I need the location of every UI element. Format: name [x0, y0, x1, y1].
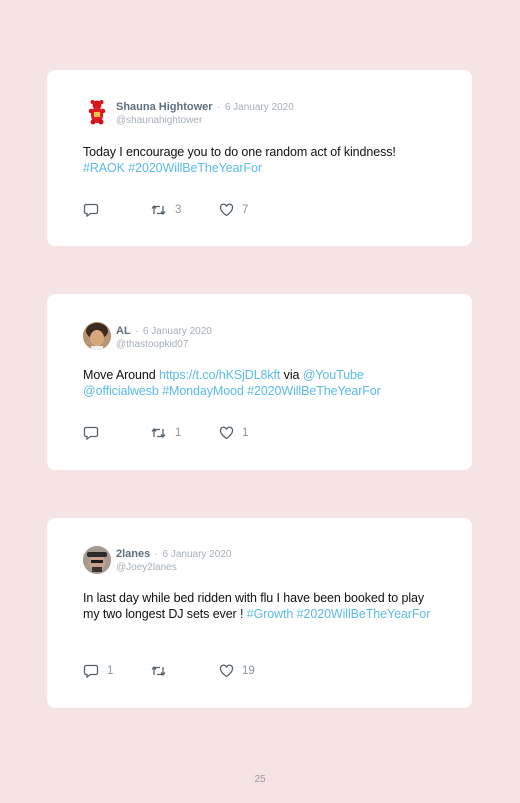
like-button[interactable]: 19 [219, 664, 255, 678]
separator: · [154, 549, 159, 560]
reply-button[interactable] [83, 203, 107, 217]
tweet-meta: Shauna Hightower · 6 January 2020 @shaun… [116, 99, 294, 127]
tweet-text: Today I encourage you to do one random a… [83, 145, 438, 176]
tweet-date[interactable]: 6 January 2020 [225, 102, 294, 113]
person-avatar-icon [83, 546, 111, 574]
retweet-count: 1 [175, 427, 182, 439]
separator: · [135, 326, 139, 337]
author-name[interactable]: AL [116, 325, 131, 337]
retweet-icon [151, 204, 166, 216]
tweet-meta: AL · 6 January 2020 @thastoopkid07 [116, 323, 212, 351]
separator: · [217, 102, 221, 113]
avatar[interactable] [83, 98, 111, 126]
tweet-date[interactable]: 6 January 2020 [143, 326, 212, 337]
tweet-link[interactable]: #2020WillBeTheYearFor [297, 607, 431, 621]
like-button[interactable]: 7 [219, 203, 248, 217]
retweet-icon [151, 665, 166, 677]
like-button[interactable]: 1 [219, 426, 248, 440]
reply-button[interactable]: 1 [83, 664, 113, 678]
tweet-link[interactable]: #Growth [247, 607, 294, 621]
tweet-text-segment: Move Around [83, 368, 159, 382]
retweet-button[interactable]: 3 [150, 203, 181, 217]
tweet-link[interactable]: @officialwesb [83, 384, 159, 398]
like-count: 1 [242, 427, 249, 439]
person-avatar-icon [83, 322, 111, 350]
tweet-link[interactable]: https://t.co/hKSjDL8kft [159, 368, 280, 382]
reply-count: 1 [107, 665, 114, 677]
heart-icon [219, 426, 234, 440]
author-handle[interactable]: @Joey2lanes [116, 561, 231, 574]
tweet-text: Move Around https://t.co/hKSjDL8kft via … [83, 368, 438, 399]
tweet-card: AL · 6 January 2020 @thastoopkid07 Move … [47, 294, 472, 470]
tweet-text: In last day while bed ridden with flu I … [83, 591, 438, 622]
author-name[interactable]: Shauna Hightower [116, 101, 213, 113]
tweet-link[interactable]: @YouTube [303, 368, 364, 382]
heart-icon [219, 664, 234, 678]
reply-icon [83, 203, 99, 217]
reply-icon [83, 664, 99, 678]
tweet-link[interactable]: #2020WillBeTheYearFor [247, 384, 381, 398]
tweet-actions: 1 19 [83, 664, 283, 680]
author-handle[interactable]: @thastoopkid07 [116, 338, 212, 351]
tweet-card: Shauna Hightower · 6 January 2020 @shaun… [47, 70, 472, 246]
author-name[interactable]: 2lanes [116, 548, 150, 560]
tweet-meta: 2lanes · 6 January 2020 @Joey2lanes [116, 546, 231, 574]
tweet-link[interactable]: #2020WillBeTheYearFor [128, 161, 262, 175]
gummy-bear-avatar-icon [88, 100, 106, 125]
page-number: 25 [254, 774, 266, 785]
tweet-text-segment: via [280, 368, 303, 382]
retweet-button[interactable] [150, 664, 175, 678]
retweet-icon [151, 427, 166, 439]
retweet-button[interactable]: 1 [150, 426, 181, 440]
reply-button[interactable] [83, 426, 107, 440]
tweet-link[interactable]: #RAOK [83, 161, 125, 175]
tweet-text-segment: Today I encourage you to do one random a… [83, 145, 396, 159]
tweet-actions: 1 1 [83, 426, 283, 442]
like-count: 19 [242, 665, 255, 677]
avatar[interactable] [83, 546, 111, 574]
tweet-date[interactable]: 6 January 2020 [163, 549, 232, 560]
tweet-link[interactable]: #MondayMood [162, 384, 244, 398]
heart-icon [219, 203, 234, 217]
tweet-actions: 3 7 [83, 203, 283, 219]
reply-icon [83, 426, 99, 440]
avatar[interactable] [83, 322, 111, 350]
tweet-card: 2lanes · 6 January 2020 @Joey2lanes In l… [47, 518, 472, 708]
retweet-count: 3 [175, 204, 182, 216]
author-handle[interactable]: @shaunahightower [116, 114, 294, 127]
like-count: 7 [242, 204, 249, 216]
